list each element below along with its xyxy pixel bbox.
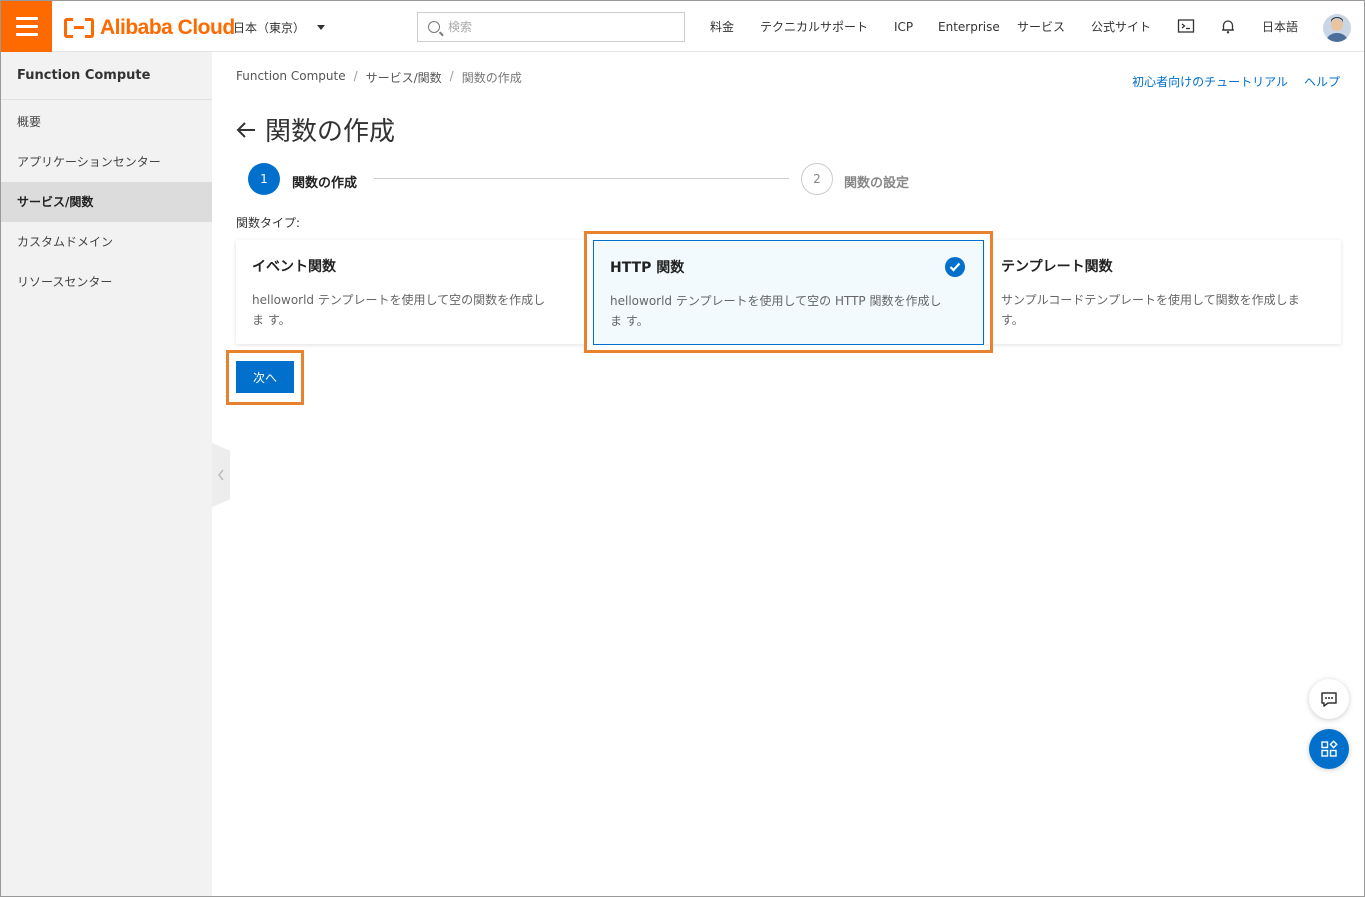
nav-icp[interactable]: ICP <box>894 1 913 52</box>
nav-enterprise[interactable]: Enterprise <box>938 1 1000 52</box>
selected-check-icon <box>945 257 965 277</box>
region-label: 日本（東京） <box>233 21 306 35</box>
card-description: helloworld テンプレートを使用して空の HTTP 関数を作成しま す。 <box>610 294 942 328</box>
language-selector[interactable]: 日本語 <box>1262 1 1298 52</box>
function-type-label: 関数タイプ: <box>236 216 301 230</box>
sidebar-item-overview[interactable]: 概要 <box>1 102 212 142</box>
card-http-function[interactable]: HTTP 関数 helloworld テンプレートを使用して空の HTTP 関数… <box>593 240 984 345</box>
breadcrumb-function-compute[interactable]: Function Compute <box>236 69 346 86</box>
nav-services[interactable]: サービス <box>1017 1 1065 52</box>
sidebar-title: Function Compute <box>1 52 212 100</box>
step-2-label: 関数の設定 <box>844 176 910 191</box>
chat-icon <box>1321 692 1337 707</box>
tutorial-link[interactable]: 初心者向けのチュートリアル <box>1132 73 1288 90</box>
card-title: HTTP 関数 <box>610 260 685 276</box>
step-connector <box>374 178 789 179</box>
logo-text: Alibaba Cloud <box>100 16 235 39</box>
search-input[interactable] <box>448 20 648 34</box>
breadcrumb-current: 関数の作成 <box>461 71 522 85</box>
card-description: helloworld テンプレートを使用して空の関数を作成しま す。 <box>252 293 546 327</box>
caret-down-icon <box>317 25 326 30</box>
breadcrumb-services-functions[interactable]: サービス/関数 <box>366 69 442 86</box>
breadcrumb-separator: / <box>449 69 454 83</box>
help-links: 初心者向けのチュートリアル ヘルプ <box>1132 73 1340 90</box>
nav-technical-support[interactable]: テクニカルサポート <box>760 1 868 52</box>
hamburger-menu-icon[interactable] <box>1 1 52 52</box>
sidebar-item-application-center[interactable]: アプリケーションセンター <box>1 142 212 182</box>
chevron-left-icon <box>218 469 224 481</box>
sidebar-item-resource-center[interactable]: リソースセンター <box>1 262 212 302</box>
card-template-function[interactable]: テンプレート関数 サンプルコードテンプレートを使用して関数を作成しま す。 <box>985 240 1341 344</box>
apps-icon <box>1321 740 1338 757</box>
card-title: イベント関数 <box>252 259 336 275</box>
next-button[interactable]: 次へ <box>236 361 294 393</box>
breadcrumb-separator: / <box>353 69 358 83</box>
card-event-function[interactable]: イベント関数 helloworld テンプレートを使用して空の関数を作成しま す… <box>236 240 586 344</box>
nav-official-site[interactable]: 公式サイト <box>1091 1 1151 52</box>
page-title: 関数の作成 <box>265 117 396 147</box>
terminal-icon[interactable] <box>1177 17 1195 35</box>
sidebar-item-custom-domain[interactable]: カスタムドメイン <box>1 222 212 262</box>
step-2-indicator: 2 <box>801 163 833 195</box>
user-avatar[interactable] <box>1323 14 1351 42</box>
breadcrumb: Function Compute / サービス/関数 / 関数の作成 <box>236 69 522 86</box>
alibaba-logo-icon <box>64 18 94 38</box>
apps-float-button[interactable] <box>1309 729 1349 769</box>
stepper: 1 関数の作成 2 関数の設定 <box>248 163 948 197</box>
back-arrow-icon[interactable] <box>235 119 257 141</box>
page-header: 関数の作成 <box>235 111 395 148</box>
step-1-label: 関数の作成 <box>292 176 358 191</box>
search-box[interactable] <box>417 12 685 42</box>
sidebar-item-services-functions[interactable]: サービス/関数 <box>1 182 212 222</box>
card-title: テンプレート関数 <box>1001 259 1113 275</box>
nav-pricing[interactable]: 料金 <box>710 1 734 52</box>
bell-icon[interactable] <box>1219 17 1237 35</box>
alibaba-cloud-logo[interactable]: Alibaba Cloud <box>64 15 235 41</box>
card-description: サンプルコードテンプレートを使用して関数を作成しま す。 <box>1001 293 1300 327</box>
chat-float-button[interactable] <box>1309 679 1349 719</box>
sidebar-collapse-toggle[interactable] <box>212 443 230 507</box>
top-bar: Alibaba Cloud 日本（東京） 料金 テクニカルサポート ICP En… <box>1 1 1364 52</box>
help-link[interactable]: ヘルプ <box>1304 73 1340 90</box>
search-icon <box>428 21 440 33</box>
region-selector[interactable]: 日本（東京） <box>233 19 326 36</box>
sidebar: Function Compute 概要 アプリケーションセンター サービス/関数… <box>1 52 212 896</box>
step-1-indicator: 1 <box>248 163 280 195</box>
